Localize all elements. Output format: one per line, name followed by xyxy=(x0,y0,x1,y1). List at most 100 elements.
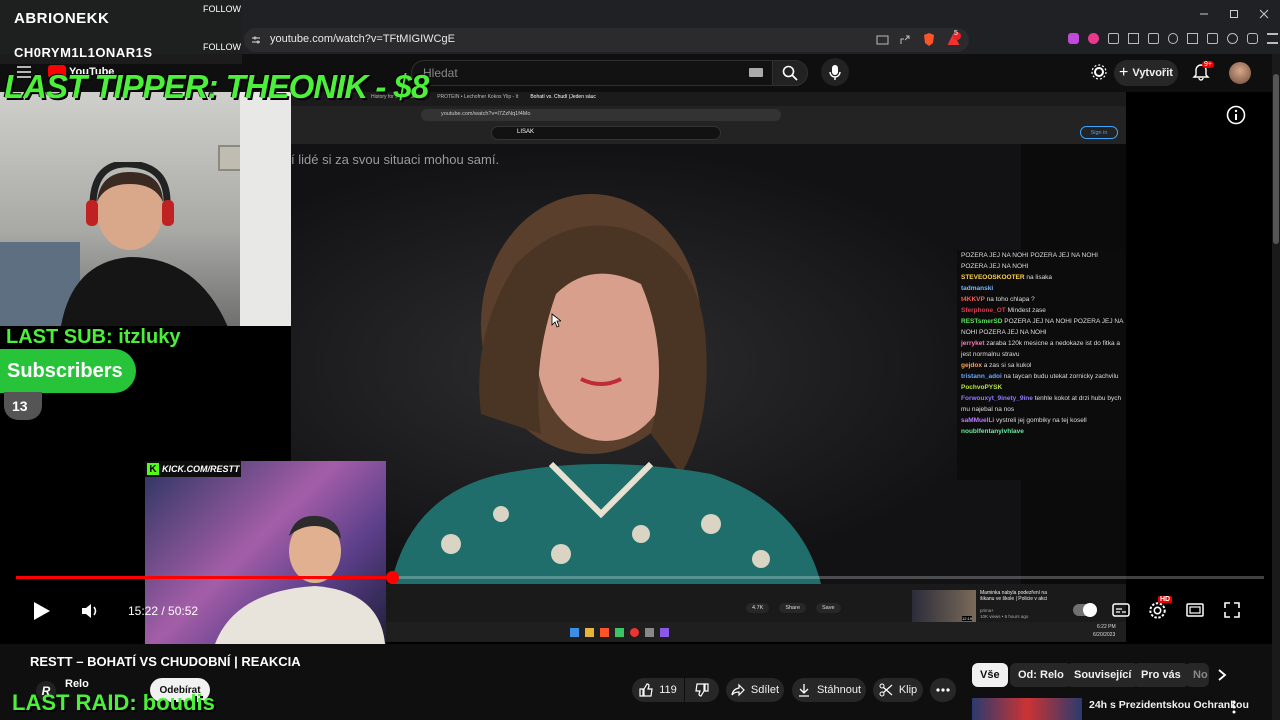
last-raid-label: LAST RAID: boudis xyxy=(12,690,215,715)
chip-for-you[interactable]: Pro vás xyxy=(1133,663,1189,687)
inner-action-row: 4.7K Share Save xyxy=(746,603,841,613)
inner-like-count: 4.7K xyxy=(746,603,770,613)
thumbs-up-icon xyxy=(639,683,653,697)
keyboard-icon[interactable] xyxy=(749,68,763,77)
kick-banner: K KICK.COM/RESTT xyxy=(145,461,241,477)
subscribers-count-badge: 13 xyxy=(4,392,42,420)
chat-message: jerryket zaraba 120k mesicne a nedokaze … xyxy=(961,340,1121,358)
dislike-button[interactable] xyxy=(685,678,719,702)
chat-message: POZERA JEJ NA NOHI POZERA JEJ NA NOHI PO… xyxy=(961,252,1098,270)
inner-subtitle: í lidé si za svou situaci mohou samí. xyxy=(291,152,500,167)
brave-shield-icon[interactable] xyxy=(922,32,936,47)
gear-icon[interactable] xyxy=(1091,64,1107,80)
follower-name: ABRIONEKK xyxy=(14,10,110,27)
next-video-thumbnail[interactable] xyxy=(972,698,1082,720)
next-video-menu-icon[interactable] xyxy=(1232,700,1236,714)
scissors-icon xyxy=(879,683,893,697)
volume-icon xyxy=(82,604,97,618)
chat-message: RESTsmerSD POZERA JEJ NA NOHI POZERA JEJ… xyxy=(961,318,1124,336)
kick-logo-icon: K xyxy=(147,463,159,475)
leo-icon[interactable] xyxy=(1227,33,1239,44)
last-tipper-label: LAST TIPPER: THEONIK - $8 xyxy=(4,68,429,105)
channel-name[interactable]: Relo xyxy=(65,678,89,690)
fullscreen-icon xyxy=(1224,602,1240,618)
thumbs-down-icon xyxy=(695,683,709,697)
chat-message: tadmanski xyxy=(961,285,994,292)
mouse-cursor-icon xyxy=(551,313,561,328)
inner-recommendation: 12:19 Maminka nabyla podezření na šikanu… xyxy=(912,590,1062,622)
site-settings-icon[interactable] xyxy=(250,34,262,46)
window-close-button[interactable] xyxy=(1256,6,1272,22)
chat-message: tristann_adoi na taycan budu utekat zorn… xyxy=(961,373,1119,380)
extension-icon[interactable] xyxy=(1068,33,1079,44)
autoplay-toggle[interactable] xyxy=(1073,603,1097,617)
chat-message: Sferphone_OT Mindest zase xyxy=(961,307,1046,314)
page-scrollbar[interactable] xyxy=(1272,54,1280,720)
create-button[interactable]: + Vytvořit xyxy=(1114,60,1178,86)
settings-button[interactable]: HD xyxy=(1148,596,1173,620)
subscribers-pill: Subscribers xyxy=(0,349,136,393)
extension-icon[interactable] xyxy=(1087,33,1099,44)
chip-more[interactable]: No xyxy=(1185,663,1209,687)
hd-badge: HD xyxy=(1158,596,1173,603)
more-horizontal-icon xyxy=(936,688,950,692)
clip-button[interactable]: Klip xyxy=(873,678,923,702)
theater-mode-button[interactable] xyxy=(1186,603,1204,617)
subtitles-icon xyxy=(1112,603,1130,617)
download-icon xyxy=(798,684,809,697)
taskbar-app-icon xyxy=(570,628,579,637)
chevron-right-icon xyxy=(1218,669,1227,681)
chat-message: noublfentanyivhlave xyxy=(961,428,1024,435)
theater-icon xyxy=(1186,603,1204,617)
window-minimize-button[interactable] xyxy=(1196,6,1212,22)
avatar[interactable] xyxy=(1229,62,1251,84)
inner-signin-button: Sign in xyxy=(1080,126,1118,139)
info-icon[interactable] xyxy=(1226,105,1246,125)
chip-from-channel[interactable]: Od: Relo xyxy=(1010,663,1072,687)
inner-search-text: LISAK xyxy=(517,129,535,135)
autoplay-knob xyxy=(1083,603,1097,617)
menu-icon[interactable] xyxy=(1267,33,1279,44)
voice-search-button[interactable] xyxy=(821,58,849,86)
play-button[interactable] xyxy=(28,598,54,624)
chat-message: t4KKVP na toho chlapa ? xyxy=(961,296,1035,303)
search-input[interactable] xyxy=(411,60,773,86)
wallet-icon[interactable] xyxy=(1207,33,1219,44)
like-button[interactable]: 119 xyxy=(632,678,684,702)
cast-icon[interactable] xyxy=(876,34,889,46)
notifications-button[interactable]: 9+ xyxy=(1192,61,1214,83)
fullscreen-button[interactable] xyxy=(1224,602,1240,618)
chips-next-arrow[interactable] xyxy=(1216,668,1228,682)
progress-scrubber-handle[interactable] xyxy=(386,571,399,584)
extension-icon[interactable] xyxy=(1107,33,1119,44)
music-icon[interactable] xyxy=(1167,33,1179,44)
inner-taskbar: 6:22 PM 6/20/2023 xyxy=(385,622,1126,642)
taskbar-app-icon xyxy=(660,628,669,637)
puzzle-icon[interactable] xyxy=(1127,33,1139,44)
chat-message: STEVEOOSKOOTER na lisaka xyxy=(961,274,1053,281)
last-sub-label: LAST SUB: itzluky xyxy=(6,326,181,348)
share-arrow-icon xyxy=(731,683,745,697)
rewards-badge: 5 xyxy=(954,30,958,37)
extensions-bar xyxy=(1068,33,1279,47)
extension-icon[interactable] xyxy=(1147,33,1159,44)
sidebar-icon[interactable] xyxy=(1187,33,1199,44)
brave-rewards-icon[interactable]: 5 xyxy=(946,30,961,47)
chat-message: PochvoPYSK xyxy=(961,384,1003,391)
chip-related[interactable]: Související xyxy=(1066,663,1140,687)
chip-all[interactable]: Vše xyxy=(972,663,1008,687)
share-button[interactable]: Sdílet xyxy=(726,678,784,702)
share-icon[interactable] xyxy=(899,34,911,46)
next-video-title[interactable]: 24h s Prezidentskou Ochrankou xyxy=(1089,699,1249,711)
follow-label: FOLLOW xyxy=(203,4,242,14)
subtitles-button[interactable] xyxy=(1112,602,1130,618)
url-text: youtube.com/watch?v=TFtMIGIWCgE xyxy=(270,33,455,45)
volume-button[interactable] xyxy=(80,601,102,621)
more-actions-button[interactable] xyxy=(930,678,956,702)
download-button[interactable]: Stáhnout xyxy=(792,678,866,702)
inner-video-scene: í lidé si za svou situaci mohou samí. xyxy=(291,144,1021,584)
vpn-icon[interactable] xyxy=(1247,33,1259,44)
scrollbar-thumb[interactable] xyxy=(1273,74,1279,244)
window-maximize-button[interactable] xyxy=(1226,6,1242,22)
taskbar-app-icon xyxy=(600,628,609,637)
